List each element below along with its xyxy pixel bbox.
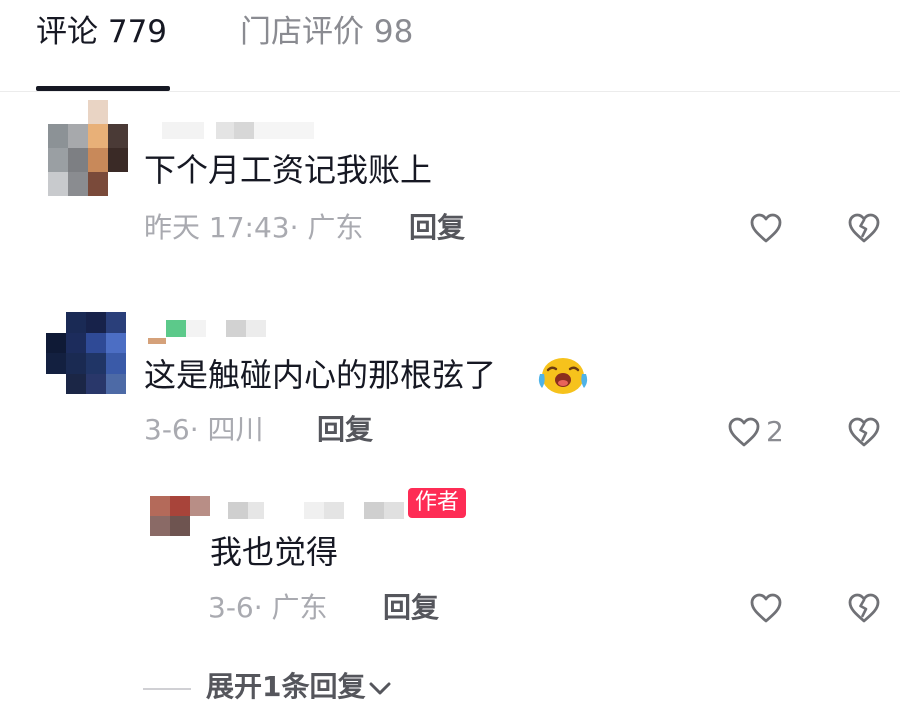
username-blurred[interactable]	[148, 320, 266, 337]
tab-comments[interactable]: 评论 779	[36, 12, 167, 52]
expand-divider	[143, 688, 191, 690]
broken-heart-icon[interactable]	[847, 592, 881, 624]
heart-outline-icon[interactable]	[749, 212, 783, 244]
reply-button[interactable]: 回复	[409, 210, 465, 246]
username-blurred-underline	[148, 338, 166, 344]
reply-button[interactable]: 回复	[383, 590, 439, 626]
expand-replies-label: 展开1条回复	[206, 670, 366, 703]
heart-outline-icon[interactable]	[749, 592, 783, 624]
username-blurred[interactable]	[228, 502, 404, 519]
heart-outline-icon[interactable]	[727, 416, 761, 448]
avatar[interactable]	[46, 312, 126, 394]
active-tab-indicator	[36, 86, 170, 91]
comment-tabs: 评论 779 门店评价 98	[0, 0, 900, 92]
reply-time-location: 3-6· 广东	[208, 591, 328, 624]
broken-heart-icon[interactable]	[847, 416, 881, 448]
username-blurred[interactable]	[162, 122, 314, 139]
avatar[interactable]	[150, 496, 210, 536]
comment-time-location: 昨天 17:43· 广东	[144, 211, 364, 244]
avatar[interactable]	[48, 100, 128, 196]
comment-text: 下个月工资记我账上	[144, 151, 433, 189]
chevron-down-icon	[369, 682, 391, 695]
reply-button[interactable]: 回复	[317, 412, 373, 448]
crying-face-emoji	[538, 358, 588, 394]
broken-heart-icon[interactable]	[847, 212, 881, 244]
author-badge: 作者	[408, 488, 467, 518]
expand-replies-button[interactable]: 展开1条回复	[206, 669, 393, 705]
reply-text: 我也觉得	[210, 533, 339, 571]
like-count: 2	[766, 415, 784, 448]
tab-store-reviews[interactable]: 门店评价 98	[240, 12, 413, 52]
comment-time-location: 3-6· 四川	[144, 413, 264, 446]
comment-text: 这是触碰内心的那根弦了	[144, 356, 497, 394]
